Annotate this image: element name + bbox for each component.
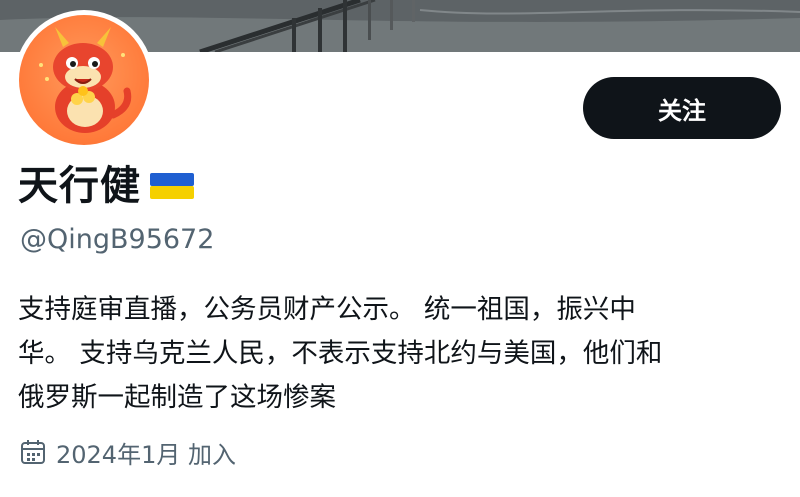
bio-line: 华。 支持乌克兰人民，不表示支持北约与美国，他们和: [18, 338, 663, 369]
calendar-icon: [21, 440, 45, 464]
ukraine-flag-icon: [149, 172, 195, 200]
follow-button[interactable]: 关注: [583, 77, 781, 139]
bio-line: 俄罗斯一起制造了这场惨案: [18, 382, 336, 413]
profile-name-row: 天行健: [18, 160, 195, 212]
profile-bio: 支持庭审直播，公务员财产公示。 统一祖国，振兴中 华。 支持乌克兰人民，不表示支…: [18, 288, 788, 420]
bio-line: 支持庭审直播，公务员财产公示。 统一祖国，振兴中: [18, 294, 636, 325]
display-name: 天行健: [18, 163, 141, 209]
join-date: 2024年1月 加入: [20, 434, 236, 470]
dragon-avatar-image: [39, 27, 132, 133]
profile-avatar[interactable]: [14, 10, 154, 150]
profile-handle: @QingB95672: [20, 224, 215, 255]
join-date-text: 2024年1月 加入: [56, 440, 236, 469]
